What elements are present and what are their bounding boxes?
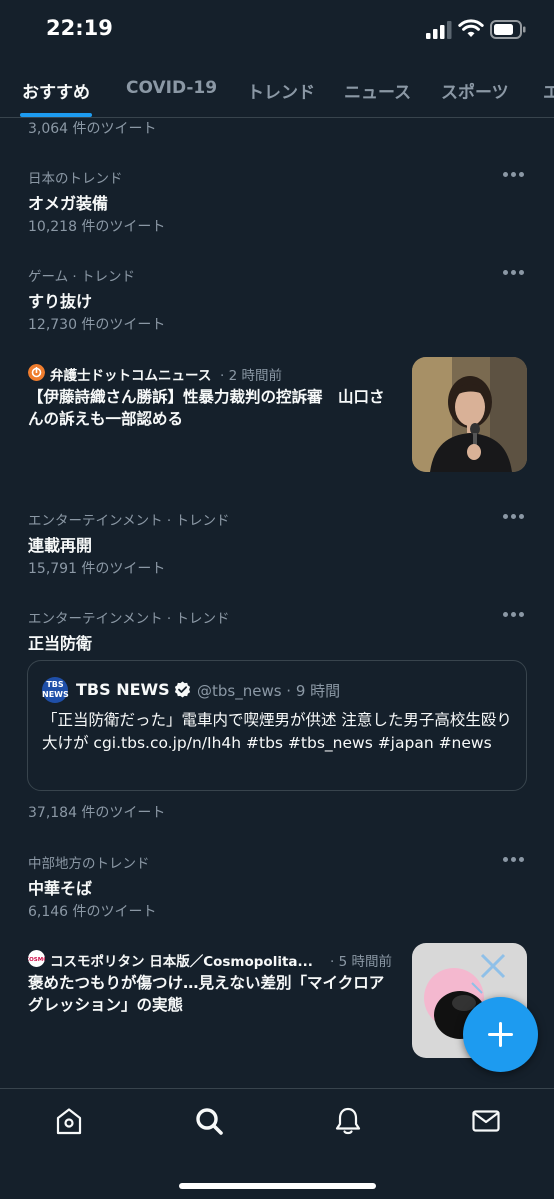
trend-name: 中華そば	[28, 879, 93, 898]
status-bar: 22:19	[0, 0, 554, 64]
tbs-news-avatar: TBS NEWS	[42, 677, 69, 703]
trend-tweet-count: 10,218 件のツイート	[28, 219, 166, 235]
home-icon[interactable]	[54, 1106, 84, 1136]
more-options-icon[interactable]	[503, 267, 527, 279]
trend-context: ゲーム · トレンド	[28, 269, 135, 285]
tab-covid-19[interactable]: COVID-19	[126, 78, 217, 98]
messages-icon[interactable]	[471, 1106, 501, 1136]
more-options-icon[interactable]	[503, 609, 527, 621]
explore-tabs: おすすめ COVID-19 トレンド ニュース スポーツ エ	[0, 64, 554, 118]
active-tab-indicator	[20, 113, 92, 117]
news-source: コスモポリタン 日本版／Cosmopolita...	[50, 954, 313, 970]
cosmopolitan-logo-icon: COSMO	[28, 950, 45, 967]
trend-context: エンターテインメント · トレンド	[28, 513, 230, 529]
status-time: 22:19	[46, 16, 113, 40]
news-thumbnail	[412, 357, 527, 472]
trend-name: オメガ装備	[28, 194, 109, 213]
quoted-tweet-author: TBS NEWS	[76, 680, 170, 699]
trend-name: すり抜け	[28, 292, 93, 311]
trend-tweet-count: 15,791 件のツイート	[28, 561, 166, 577]
notifications-icon[interactable]	[333, 1106, 363, 1136]
home-indicator	[179, 1183, 376, 1189]
trend-tweet-count: 12,730 件のツイート	[28, 317, 166, 333]
news-source: 弁護士ドットコムニュース	[50, 368, 212, 384]
more-options-icon[interactable]	[503, 854, 527, 866]
tab-sports[interactable]: スポーツ	[441, 78, 509, 103]
tab-osusume[interactable]: おすすめ	[22, 78, 90, 103]
trend-tweet-count: 37,184 件のツイート	[28, 805, 166, 821]
quoted-tweet-handle: @tbs_news · 9 時間	[197, 682, 341, 700]
trend-context: 中部地方のトレンド	[28, 856, 150, 872]
news-time: · 5 時間前	[330, 954, 392, 970]
compose-tweet-button[interactable]	[463, 997, 538, 1072]
verified-badge-icon	[174, 681, 191, 698]
wifi-icon	[458, 19, 484, 37]
battery-icon	[490, 20, 526, 39]
bengoshi-dotcom-logo-icon	[28, 364, 45, 381]
explore-feed[interactable]: 3,064 件のツイート 日本のトレンド オメガ装備 10,218 件のツイート…	[0, 118, 554, 1088]
bottom-nav	[0, 1088, 554, 1199]
trend-tweet-count: 6,146 件のツイート	[28, 904, 157, 920]
tab-trend[interactable]: トレンド	[247, 78, 315, 103]
quoted-tweet-text: 「正当防衛だった」電車内で喫煙男が供述 注意した男子高校生殴り大けが cgi.t…	[42, 711, 512, 752]
tab-news[interactable]: ニュース	[344, 78, 411, 103]
svg-text:COSMO: COSMO	[28, 957, 45, 963]
trend-tweet-count: 3,064 件のツイート	[28, 121, 157, 137]
news-headline: 【伊藤詩織さん勝訴】性暴力裁判の控訴審 山口さんの訴えも一部認める	[28, 388, 385, 428]
trend-name: 正当防衛	[28, 634, 93, 653]
news-time: · 2 時間前	[220, 368, 282, 384]
more-options-icon[interactable]	[503, 511, 527, 523]
trend-context: 日本のトレンド	[28, 171, 123, 187]
search-icon[interactable]	[194, 1106, 224, 1136]
more-options-icon[interactable]	[503, 169, 527, 181]
trend-context: エンターテインメント · トレンド	[28, 611, 230, 627]
trend-name: 連載再開	[28, 536, 93, 555]
tab-entertainment[interactable]: エ	[543, 78, 554, 103]
news-headline: 褒めたつもりが傷つけ…見えない差別「マイクロアグレッション」の実態	[28, 974, 385, 1014]
quoted-tweet[interactable]: TBS NEWS TBS NEWS @tbs_news · 9 時間 「正当防衛…	[27, 660, 527, 791]
cellular-signal-icon	[426, 21, 452, 39]
